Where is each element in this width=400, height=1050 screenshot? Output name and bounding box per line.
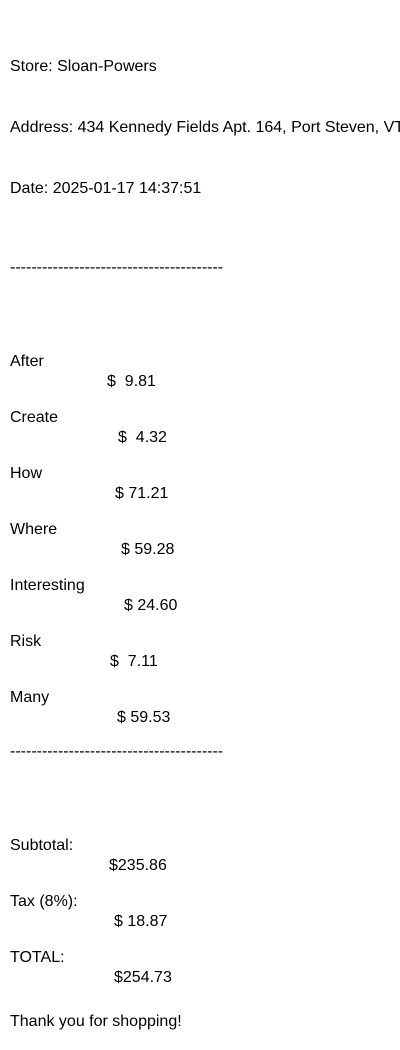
list-item: After $ 9.81: [10, 332, 400, 390]
list-item: How $ 71.21: [10, 444, 400, 502]
item-name: Risk: [10, 633, 42, 650]
item-name: Create: [10, 409, 59, 426]
subtotal-label: Subtotal:: [10, 837, 74, 854]
store-address: Address: 434 Kennedy Fields Apt. 164, Po…: [10, 119, 400, 136]
item-name: How: [10, 465, 43, 482]
subtotal-row: Subtotal: $235.86: [10, 816, 400, 874]
item-name: After: [10, 353, 44, 370]
item-name: Interesting: [10, 577, 85, 594]
thank-you-message: Thank you for shopping!: [10, 1013, 182, 1030]
list-item: Where $ 59.28: [10, 500, 400, 558]
store-name: Store: Sloan-Powers: [10, 58, 157, 75]
receipt: Store: Sloan-Powers Address: 434 Kennedy…: [10, 18, 400, 1050]
receipt-date: Date: 2025-01-17 14:37:51: [10, 180, 202, 197]
list-item: Interesting $ 24.60: [10, 556, 400, 614]
tax-label: Tax (8%):: [10, 893, 78, 910]
item-price: $ 59.53: [117, 709, 171, 726]
total-row: TOTAL: $254.73: [10, 928, 400, 986]
list-item: Risk $ 7.11: [10, 612, 400, 670]
total-value: $254.73: [114, 969, 172, 986]
item-name: Many: [10, 689, 50, 706]
list-item: Create $ 4.32: [10, 388, 400, 446]
item-name: Where: [10, 521, 58, 538]
tax-row: Tax (8%): $ 18.87: [10, 872, 400, 930]
separator-top: ----------------------------------------: [10, 259, 224, 276]
list-item: Many $ 59.53: [10, 668, 400, 726]
total-label: TOTAL:: [10, 949, 65, 966]
separator-bottom: ----------------------------------------: [10, 743, 224, 760]
